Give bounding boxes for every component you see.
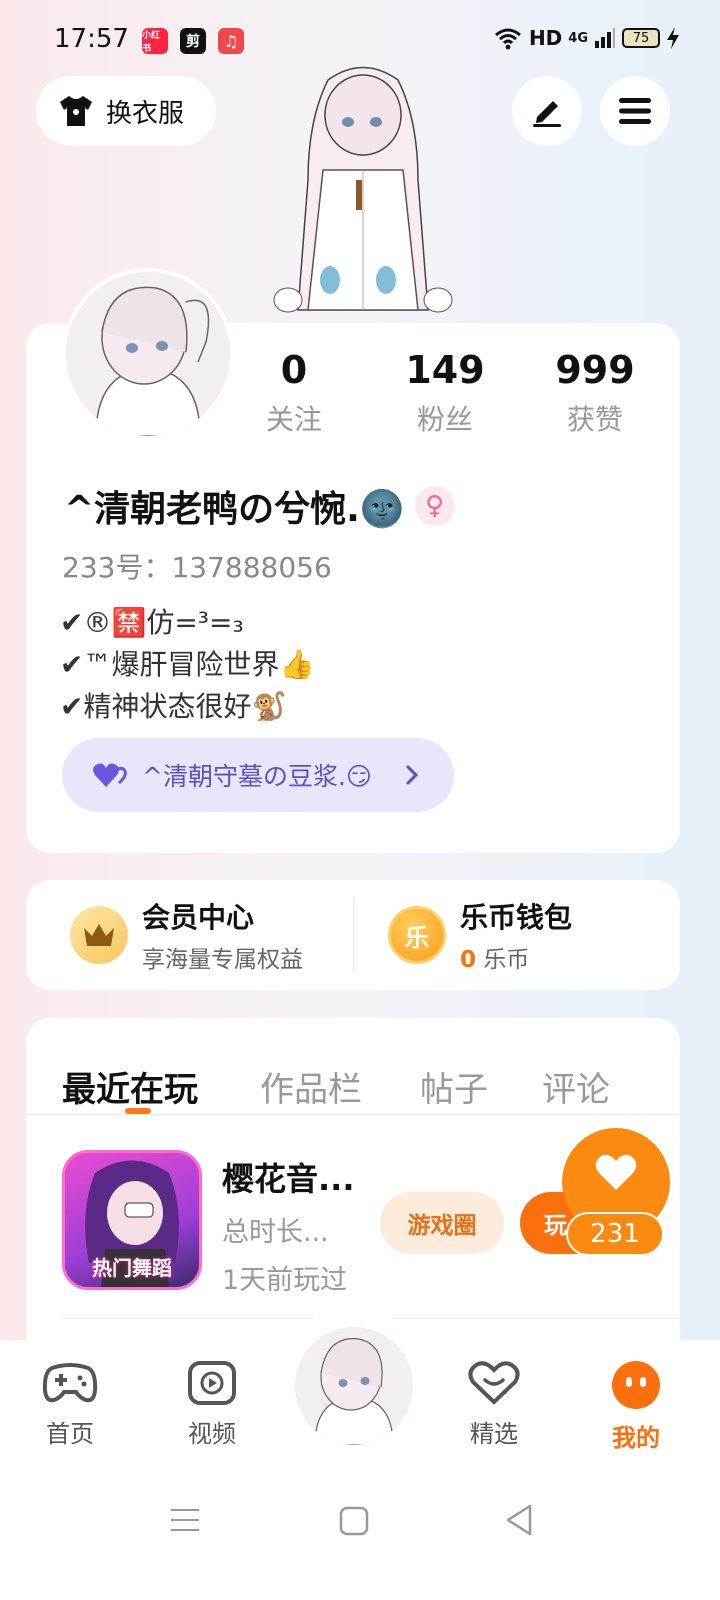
video-icon	[188, 1361, 236, 1405]
change-outfit-button[interactable]: 换衣服	[36, 76, 216, 146]
signal-label: 4G	[568, 30, 588, 46]
female-icon: ♀	[414, 486, 455, 526]
recent-apps-icon[interactable]	[170, 1506, 200, 1534]
wallet-unit: 乐币	[483, 947, 530, 973]
signal-icon	[595, 28, 615, 48]
nav-center-avatar[interactable]	[292, 1324, 416, 1448]
wallet-balance: 0 乐币	[460, 940, 572, 974]
crown-icon	[70, 906, 128, 964]
divider	[26, 1114, 680, 1115]
wifi-icon	[494, 28, 521, 50]
music-icon: ♫	[218, 28, 244, 54]
partner-chip[interactable]: ^清朝守墓の豆浆.😏	[62, 738, 454, 812]
tab-posts[interactable]: 帖子	[420, 1062, 488, 1111]
game-icon[interactable]: 热门舞蹈	[62, 1150, 202, 1290]
nav-video[interactable]: 视频	[162, 1360, 262, 1449]
vip-subtitle: 享海量专属权益	[142, 947, 303, 973]
following-count: 0	[280, 348, 308, 392]
partner-label: ^清朝守墓の豆浆.😏	[142, 762, 372, 791]
likes-count: 999	[555, 348, 635, 392]
game-last-played: 1天前玩过	[222, 1265, 348, 1296]
tab-works[interactable]: 作品栏	[260, 1062, 362, 1111]
wallet-amount: 0	[460, 947, 477, 973]
avatar-image	[66, 272, 230, 436]
gamepad-icon	[42, 1363, 98, 1403]
network-label: HD	[528, 26, 563, 50]
xiaohongshu-icon: 小红书	[142, 28, 168, 54]
back-icon[interactable]	[504, 1504, 534, 1536]
menu-icon	[619, 98, 651, 124]
nav-me-label: 我的	[612, 1424, 660, 1452]
home-icon[interactable]	[339, 1506, 369, 1536]
heart-badge-icon	[468, 1361, 520, 1405]
user-id[interactable]: 233号：137888056	[62, 546, 332, 586]
stat-followers[interactable]: 149 粉丝	[375, 346, 515, 438]
lebi-coin-icon: 乐	[388, 906, 446, 964]
game-circle-button[interactable]: 游戏圈	[380, 1192, 504, 1254]
charging-icon	[667, 27, 679, 49]
system-nav-bar	[0, 1470, 720, 1600]
battery-icon: 75	[622, 28, 660, 48]
game-name[interactable]: 樱花音...	[222, 1154, 354, 1200]
wallet-entry[interactable]: 乐 乐币钱包 0 乐币	[388, 880, 572, 990]
heart-icon	[595, 1154, 637, 1190]
stat-likes[interactable]: 999 获赞	[525, 346, 665, 438]
profile-avatar[interactable]	[62, 268, 234, 440]
likes-label: 获赞	[566, 403, 623, 436]
bio-line: ✔®🈲仿=³=₃	[60, 606, 244, 639]
chevron-right-icon	[406, 765, 419, 785]
pen-icon	[533, 101, 561, 127]
vip-center-entry[interactable]: 会员中心 享海量专属权益	[70, 880, 303, 990]
following-label: 关注	[265, 403, 322, 436]
character-illustration[interactable]	[268, 60, 458, 330]
wallet-title: 乐币钱包	[460, 901, 573, 934]
bio-line: ✔精神状态很好🐒	[60, 690, 287, 723]
game-playtime: 总时长...	[222, 1217, 329, 1248]
tab-comments[interactable]: 评论	[542, 1062, 610, 1111]
nav-me[interactable]: 我的	[586, 1360, 686, 1453]
vip-title: 会员中心	[142, 901, 255, 934]
bio: ✔®🈲仿=³=₃ ✔™爆肝冒险世界👍 ✔精神状态很好🐒	[60, 602, 314, 728]
me-icon	[612, 1361, 660, 1409]
followers-count: 149	[405, 348, 485, 392]
avatar-image	[295, 1327, 413, 1445]
nav-home-label: 首页	[46, 1420, 94, 1448]
change-outfit-label: 换衣服	[106, 98, 185, 129]
game-icon-caption: 热门舞蹈	[92, 1256, 172, 1280]
edit-profile-button[interactable]	[512, 76, 582, 146]
bio-line: ✔™爆肝冒险世界👍	[60, 648, 315, 681]
tshirt-icon	[60, 96, 92, 126]
followers-label: 粉丝	[416, 403, 473, 436]
status-time: 17:57	[54, 24, 129, 54]
heart-icon	[93, 763, 127, 787]
nav-home[interactable]: 首页	[20, 1360, 120, 1449]
like-count: 231	[566, 1212, 664, 1256]
nav-video-label: 视频	[188, 1420, 236, 1448]
divider	[353, 898, 354, 972]
nickname: ^清朝老鸭の兮惋.🌚	[64, 489, 405, 530]
status-indicators: HD 4G 75	[493, 26, 680, 50]
capcut-icon: 剪	[180, 28, 206, 54]
stat-following[interactable]: 0 关注	[224, 346, 364, 438]
tab-recent-play[interactable]: 最近在玩	[62, 1062, 198, 1111]
nav-featured[interactable]: 精选	[444, 1360, 544, 1449]
membership-card: 会员中心 享海量专属权益 乐 乐币钱包 0 乐币	[26, 880, 680, 990]
nav-featured-label: 精选	[470, 1420, 518, 1448]
menu-button[interactable]	[600, 76, 670, 146]
nickname-row: ^清朝老鸭の兮惋.🌚 ♀	[64, 480, 455, 532]
